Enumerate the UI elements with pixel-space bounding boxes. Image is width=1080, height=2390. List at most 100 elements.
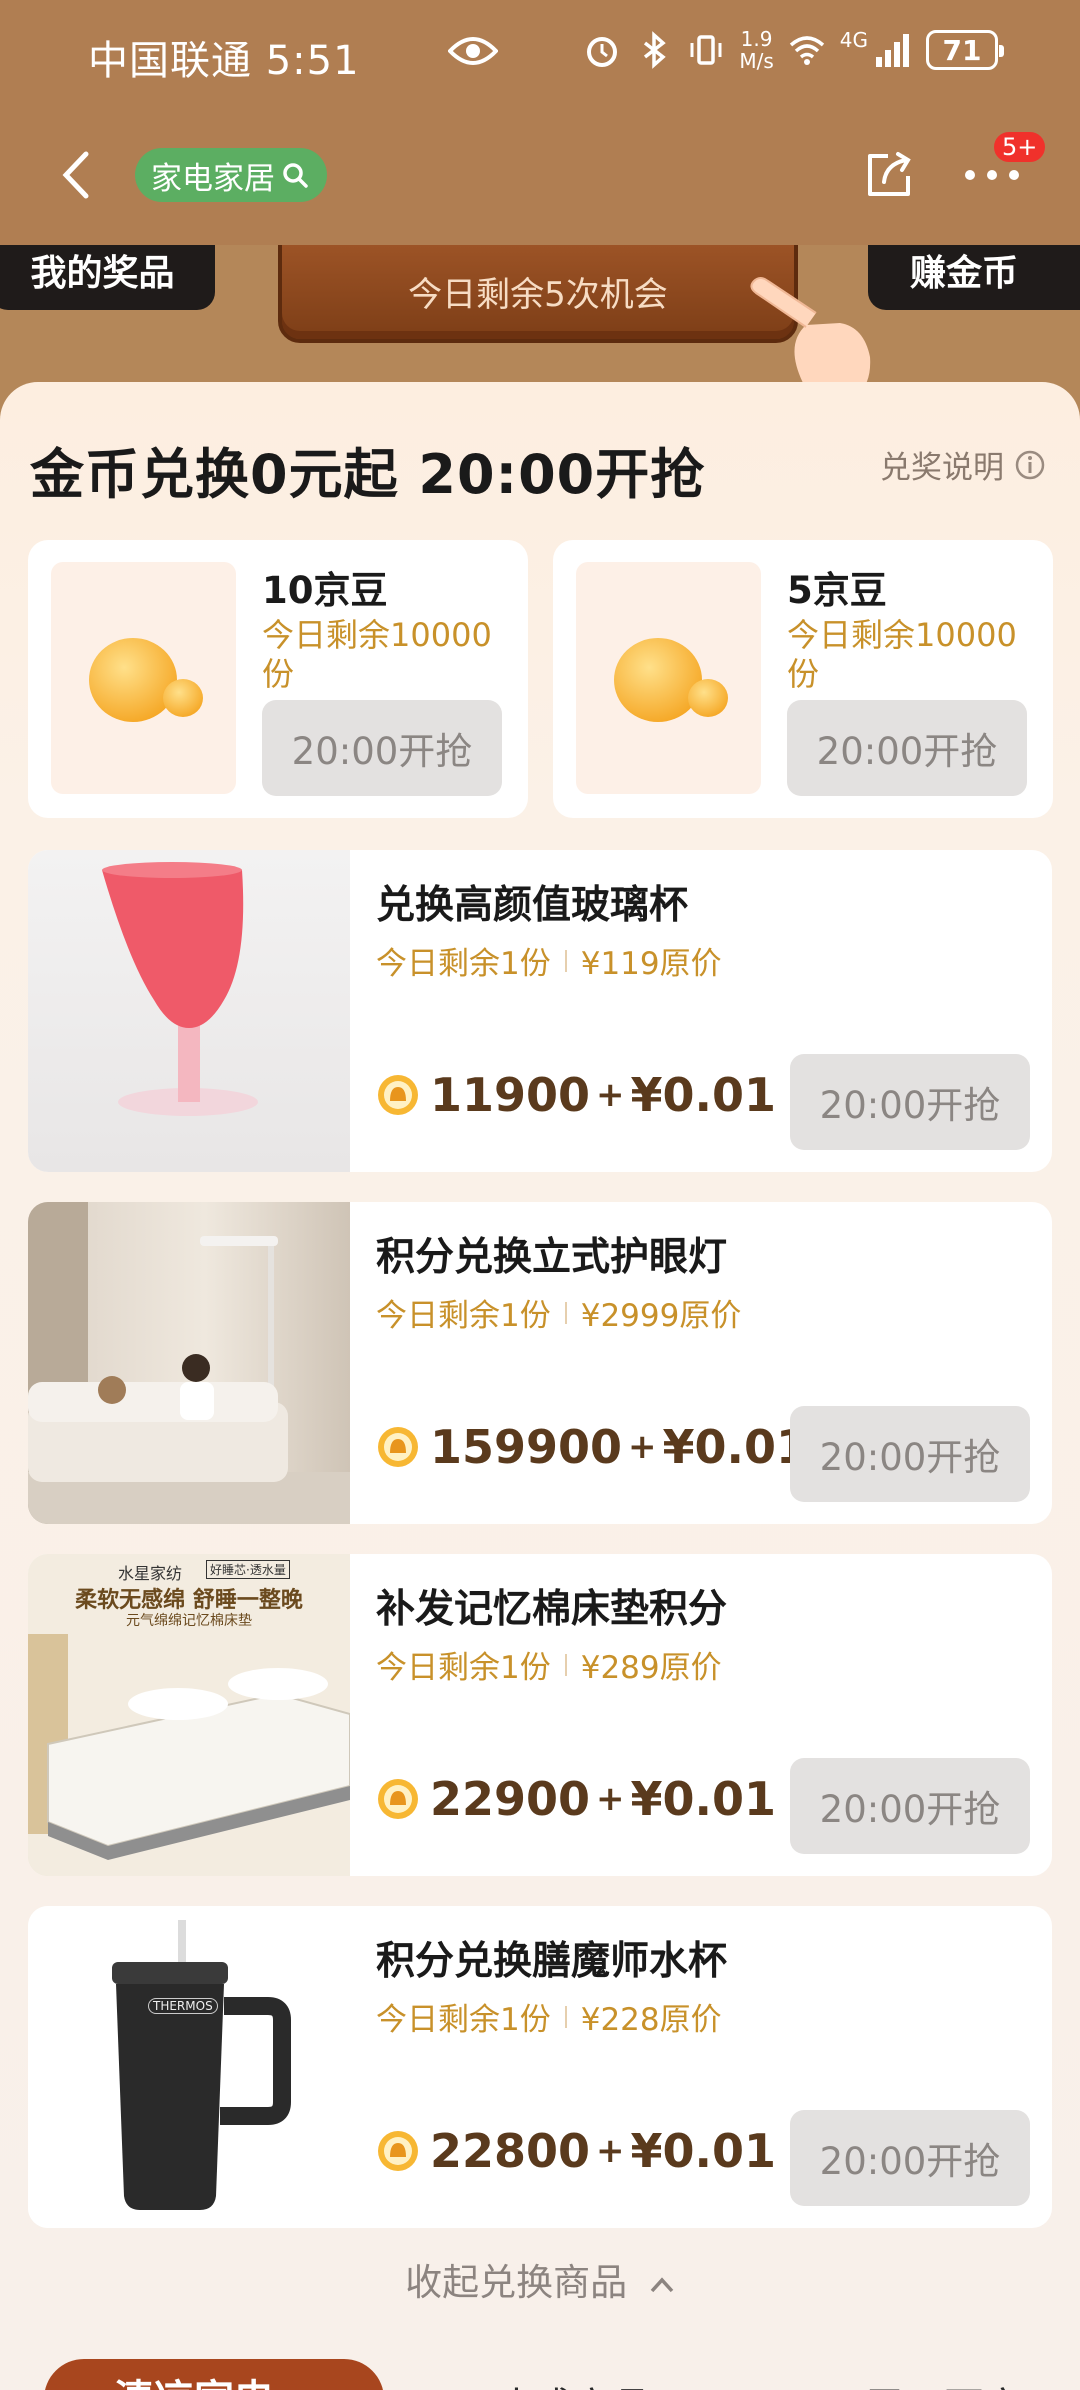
status-icons: 1.9 M/s 4G 71 xyxy=(583,27,1004,73)
image-tag: 好睡芯·透水量 xyxy=(206,1560,290,1579)
notification-badge: 5+ xyxy=(992,130,1048,164)
signal-icon xyxy=(876,34,909,67)
carrier-time: 中国联通 5:51 xyxy=(88,38,360,84)
rules-label: 兑奖说明 xyxy=(880,450,1004,486)
coin-icon xyxy=(378,2131,418,2171)
search-pill[interactable]: 家电家居 xyxy=(135,148,327,202)
product-image-lamp xyxy=(28,1202,350,1524)
grab-button[interactable]: 20:00开抢 xyxy=(262,700,502,796)
coin-amount: 159900 xyxy=(430,1420,623,1474)
bean-image xyxy=(51,562,236,794)
back-icon[interactable] xyxy=(58,150,94,200)
bottom-tabs: 清凉家电 冰感商品 居田百市 xyxy=(0,2345,1080,2390)
tab-cooling-goods[interactable]: 冰感商品 xyxy=(492,2375,652,2390)
product-name: 补发记忆棉床垫积分 xyxy=(376,1587,728,1632)
collapse-button[interactable]: 收起兑换商品 xyxy=(0,2252,1080,2306)
my-prizes-button[interactable]: 我的奖品 xyxy=(0,245,215,310)
chevron-up-icon xyxy=(650,2276,674,2292)
jingdou-icon xyxy=(89,638,203,722)
tab-cool-appliances[interactable]: 清凉家电 xyxy=(44,2359,384,2390)
bean-remain: 今日剩余10000份 xyxy=(262,616,492,693)
image-brand: 水星家纺 xyxy=(118,1564,183,1583)
coin-amount: 22800 xyxy=(430,2124,591,2178)
cash-amount: ¥0.01 xyxy=(630,2124,777,2178)
grab-button[interactable]: 20:00开抢 xyxy=(790,1758,1030,1854)
product-meta: 今日剩余1份 ¥2999原价 xyxy=(376,1290,741,1335)
grab-button[interactable]: 20:00开抢 xyxy=(790,1406,1030,1502)
meta-divider xyxy=(564,1653,567,1676)
panel-title: 金币兑换0元起 20:00开抢 xyxy=(10,430,750,513)
product-price: 159900 + ¥0.01 xyxy=(376,1420,808,1474)
info-icon xyxy=(1015,450,1045,479)
coin-amount: 22900 xyxy=(430,1772,591,1826)
thermos-cup-image xyxy=(112,1920,291,2210)
share-icon[interactable] xyxy=(862,148,916,202)
alarm-icon xyxy=(587,37,618,67)
product-image-thermos: THERMOS xyxy=(28,1906,350,2228)
original-price: ¥2999原价 xyxy=(580,1298,742,1334)
product-card[interactable]: 水星家纺 好睡芯·透水量 柔软无感绵 舒睡一整晚 元气绵绵记忆棉床垫 补发记忆棉… xyxy=(28,1554,1052,1876)
rules-link[interactable]: 兑奖说明 xyxy=(880,442,1046,487)
original-price: ¥119原价 xyxy=(580,946,722,982)
glass-cup-image xyxy=(102,862,258,1116)
product-image-glass xyxy=(28,850,350,1172)
product-remain: 今日剩余1份 xyxy=(376,946,551,982)
bean-card[interactable]: 10京豆 今日剩余10000份 20:00开抢 xyxy=(28,540,528,818)
net-speed: 1.9 M/s xyxy=(739,27,774,73)
cash-amount: ¥0.01 xyxy=(630,1068,777,1122)
header: 中国联通 5:51 1.9 M/s 4G 71 家电家居 5+ xyxy=(0,0,1080,245)
image-brand: THERMOS xyxy=(148,1998,218,2014)
product-price: 11900 + ¥0.01 xyxy=(376,1068,776,1122)
search-icon xyxy=(283,163,308,188)
product-remain: 今日剩余1份 xyxy=(376,1298,551,1334)
network-type: 4G xyxy=(839,28,868,52)
status-bar: 中国联通 5:51 1.9 M/s 4G 71 xyxy=(0,0,1080,105)
product-meta: 今日剩余1份 ¥289原价 xyxy=(376,1642,722,1687)
product-meta: 今日剩余1份 ¥119原价 xyxy=(376,938,722,983)
vibrate-icon xyxy=(690,35,722,65)
panel-title-row: 金币兑换0元起 20:00开抢 xyxy=(10,430,750,513)
grab-button[interactable]: 20:00开抢 xyxy=(787,700,1027,796)
product-remain: 今日剩余1份 xyxy=(376,1650,551,1686)
grab-button[interactable]: 20:00开抢 xyxy=(790,2110,1030,2206)
meta-divider xyxy=(564,949,567,972)
product-price: 22900 + ¥0.01 xyxy=(376,1772,776,1826)
coin-amount: 11900 xyxy=(430,1068,591,1122)
search-label: 家电家居 xyxy=(151,160,275,197)
tab-home-market[interactable]: 居田百市 xyxy=(864,2375,1024,2390)
bean-card[interactable]: 5京豆 今日剩余10000份 20:00开抢 xyxy=(553,540,1053,818)
desk-lamp-image xyxy=(28,1202,350,1524)
image-sub: 元气绵绵记忆棉床垫 xyxy=(126,1613,252,1629)
coin-icon xyxy=(378,1075,418,1115)
original-price: ¥228原价 xyxy=(580,2002,722,2038)
product-name: 积分兑换膳魔师水杯 xyxy=(376,1939,728,1984)
bluetooth-icon xyxy=(644,31,667,69)
wifi-icon xyxy=(789,36,824,65)
bean-remain: 今日剩余10000份 xyxy=(787,616,1017,693)
meta-divider xyxy=(564,2005,567,2028)
product-name: 兑换高颜值玻璃杯 xyxy=(376,883,689,928)
product-name: 积分兑换立式护眼灯 xyxy=(376,1235,728,1280)
earn-coins-button[interactable]: 赚金币 xyxy=(868,245,1080,310)
product-card[interactable]: 兑换高颜值玻璃杯 今日剩余1份 ¥119原价 11900 + ¥0.01 20:… xyxy=(28,850,1052,1172)
coin-icon xyxy=(378,1779,418,1819)
bean-name: 5京豆 xyxy=(787,569,887,612)
original-price: ¥289原价 xyxy=(580,1650,722,1686)
bean-image xyxy=(576,562,761,794)
chance-button[interactable]: 今日剩余5次机会 xyxy=(278,245,798,343)
meta-divider xyxy=(564,1301,567,1324)
cash-amount: ¥0.01 xyxy=(662,1420,809,1474)
product-remain: 今日剩余1份 xyxy=(376,2002,551,2038)
product-card[interactable]: 积分兑换立式护眼灯 今日剩余1份 ¥2999原价 159900 + ¥0.01 … xyxy=(28,1202,1052,1524)
product-image-mattress: 水星家纺 好睡芯·透水量 柔软无感绵 舒睡一整晚 元气绵绵记忆棉床垫 xyxy=(28,1554,350,1876)
exchange-panel: 金币兑换0元起 20:00开抢 兑奖说明 10京豆 今日剩余10000份 20:… xyxy=(0,382,1080,2390)
product-meta: 今日剩余1份 ¥228原价 xyxy=(376,1994,722,2039)
grab-button[interactable]: 20:00开抢 xyxy=(790,1054,1030,1150)
cash-amount: ¥0.01 xyxy=(630,1772,777,1826)
battery-icon: 71 xyxy=(926,30,1004,70)
product-card[interactable]: THERMOS 积分兑换膳魔师水杯 今日剩余1份 ¥228原价 22800 + … xyxy=(28,1906,1052,2228)
more-icon[interactable] xyxy=(962,160,1022,190)
product-price: 22800 + ¥0.01 xyxy=(376,2124,776,2178)
jingdou-icon xyxy=(614,638,728,722)
bean-name: 10京豆 xyxy=(262,569,388,612)
